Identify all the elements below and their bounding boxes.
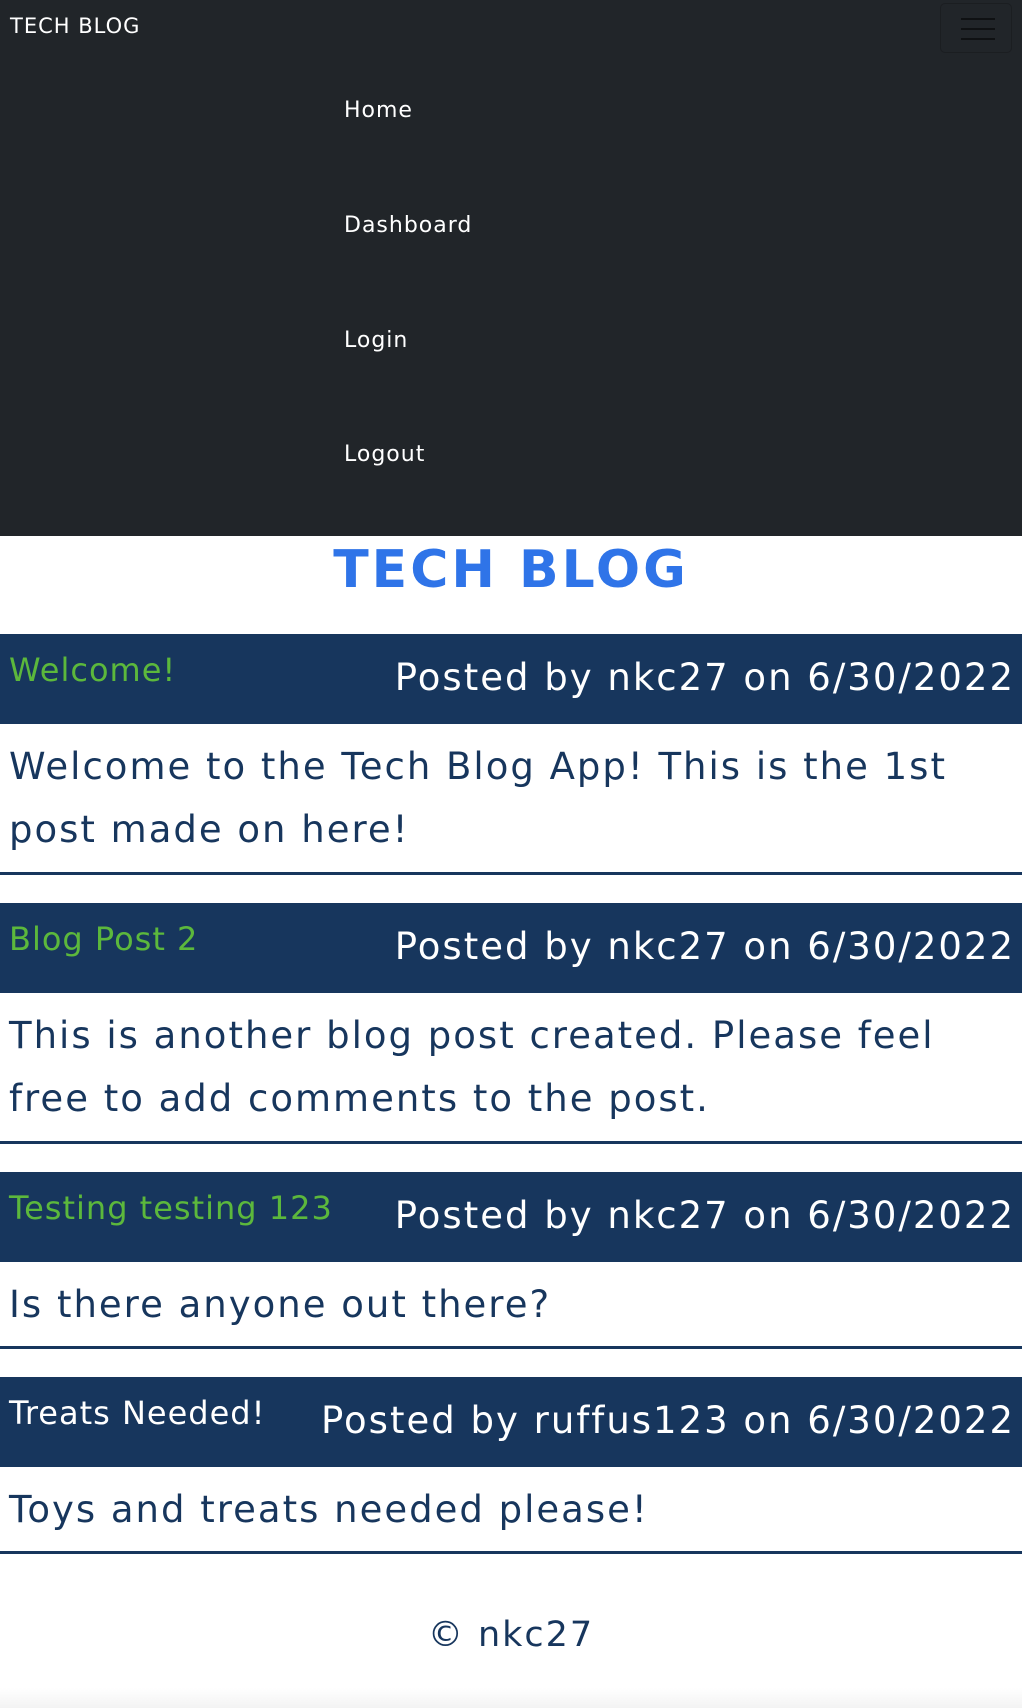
post-header: Treats Needed! Posted by ruffus123 on 6/… — [0, 1377, 1022, 1467]
post-divider — [0, 872, 1022, 875]
post-divider — [0, 1141, 1022, 1144]
page-title: TECH BLOG — [333, 540, 689, 600]
post-title[interactable]: Welcome! — [9, 651, 176, 689]
post-title[interactable]: Treats Needed! — [9, 1394, 265, 1432]
post-header: Welcome! Posted by nkc27 on 6/30/2022 — [0, 634, 1022, 724]
page-bottom-edge — [0, 1688, 1022, 1708]
post-divider — [0, 1346, 1022, 1349]
navbar: TECH BLOG Home Dashboard Login Logout — [0, 0, 1022, 536]
post-body: Is there anyone out there? — [9, 1283, 552, 1326]
post-body: Welcome to the Tech Blog App! This is th… — [9, 745, 947, 851]
footer-copyright: © nkc27 — [427, 1615, 595, 1655]
post-divider — [0, 1551, 1022, 1554]
post-body: This is another blog post created. Pleas… — [9, 1014, 935, 1120]
post-header: Blog Post 2 Posted by nkc27 on 6/30/2022 — [0, 903, 1022, 993]
nav-link-dashboard[interactable]: Dashboard — [344, 213, 472, 238]
post-title[interactable]: Blog Post 2 — [9, 920, 198, 958]
navbar-toggler-button[interactable] — [940, 3, 1012, 53]
post-meta: Posted by ruffus123 on 6/30/2022 — [321, 1399, 1015, 1442]
navbar-brand[interactable]: TECH BLOG — [10, 14, 140, 38]
nav-link-logout[interactable]: Logout — [344, 442, 425, 467]
nav-link-home[interactable]: Home — [344, 98, 413, 123]
post-meta: Posted by nkc27 on 6/30/2022 — [394, 925, 1015, 968]
post-header: Testing testing 123 Posted by nkc27 on 6… — [0, 1172, 1022, 1262]
post-meta: Posted by nkc27 on 6/30/2022 — [394, 656, 1015, 699]
nav-link-login[interactable]: Login — [344, 328, 408, 353]
post-title[interactable]: Testing testing 123 — [9, 1189, 333, 1227]
post-body: Toys and treats needed please! — [9, 1488, 649, 1531]
post-meta: Posted by nkc27 on 6/30/2022 — [394, 1194, 1015, 1237]
